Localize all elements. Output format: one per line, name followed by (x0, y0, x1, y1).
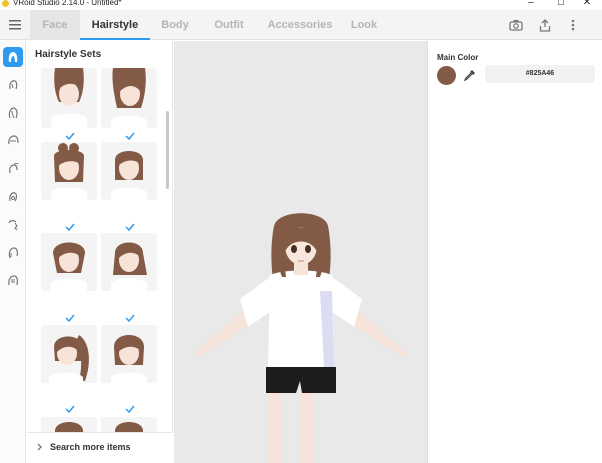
side-hair-icon (8, 135, 19, 145)
avatar-model (194, 213, 408, 463)
main-color-swatch[interactable] (437, 66, 456, 85)
front-hair-icon (9, 80, 18, 90)
selected-check-icon (125, 223, 135, 231)
hairstyle-preview-2 (111, 68, 147, 128)
hairstyle-preview-3 (51, 143, 87, 200)
hairstyle-thumb-3[interactable] (41, 142, 97, 200)
base-hair-icon (8, 275, 18, 286)
tab-look[interactable]: Look (344, 10, 384, 40)
hamburger-menu-button[interactable] (0, 10, 30, 40)
selected-check-icon (125, 405, 135, 413)
eyedropper-icon (463, 70, 475, 82)
window-title: VRoid Studio 2.14.0 - Untitled* (13, 0, 122, 7)
hairstyle-thumb-1[interactable] (41, 68, 97, 128)
menu-icon (9, 20, 21, 30)
selected-check-icon (125, 314, 135, 322)
hairstyle-thumb-2[interactable] (101, 68, 157, 128)
tab-face[interactable]: Face (30, 10, 80, 40)
hairstyle-icon (8, 52, 18, 62)
hairstyle-sets-panel: Hairstyle Sets (27, 41, 173, 463)
tab-accessories[interactable]: Accessories (262, 10, 338, 40)
minimize-button[interactable]: – (516, 0, 546, 9)
selected-check-icon (65, 314, 75, 322)
category-rail (0, 41, 26, 463)
rail-item-ahoge[interactable] (3, 159, 23, 179)
search-more-items-button[interactable]: Search more items (27, 432, 173, 463)
sideburn-icon (8, 247, 18, 259)
rail-item-front-hair[interactable] (3, 75, 23, 95)
hairstyle-thumb-4[interactable] (101, 142, 157, 200)
eyedropper-button[interactable] (463, 68, 477, 82)
more-vertical-icon (571, 19, 575, 31)
chevron-right-icon (37, 443, 42, 451)
braid-icon (8, 220, 18, 231)
rail-item-back-hair[interactable] (3, 103, 23, 123)
rail-item-braid[interactable] (3, 215, 23, 235)
selected-check-icon (65, 132, 75, 140)
app-icon (2, 0, 9, 7)
ahoge-icon (9, 163, 19, 174)
main-color-hex-input[interactable]: #825A46 (485, 65, 595, 83)
selected-check-icon (65, 405, 75, 413)
hairstyle-thumb-6[interactable] (101, 233, 157, 291)
tab-hairstyle[interactable]: Hairstyle (80, 10, 150, 40)
hairstyle-preview-7 (49, 335, 89, 383)
tab-outfit[interactable]: Outfit (206, 10, 252, 40)
hairstyle-thumb-7[interactable] (41, 325, 97, 383)
main-color-label: Main Color (437, 53, 479, 62)
hairstyle-preview-6 (111, 242, 147, 291)
tab-bar: Face Hairstyle Body Outfit Accessories L… (0, 10, 602, 40)
export-icon (539, 18, 551, 32)
rail-item-hair-extension[interactable] (3, 187, 23, 207)
title-bar: VRoid Studio 2.14.0 - Untitled* – ☐ ✕ (0, 0, 602, 9)
camera-icon (509, 20, 523, 31)
active-tab-indicator (80, 38, 150, 40)
close-button[interactable]: ✕ (572, 0, 602, 9)
search-more-label: Search more items (50, 442, 131, 452)
selected-check-icon (125, 132, 135, 140)
panel-scrollbar[interactable] (166, 111, 169, 189)
more-button[interactable] (563, 15, 583, 35)
color-properties-panel: Main Color #825A46 (427, 41, 602, 463)
hairstyle-preview-1 (51, 68, 87, 128)
export-button[interactable] (535, 15, 555, 35)
model-viewport[interactable] (174, 41, 427, 463)
hair-extension-icon (9, 192, 18, 202)
back-hair-icon (8, 107, 18, 119)
rail-item-side-hair[interactable] (3, 131, 23, 151)
rail-item-hairstyle[interactable] (3, 47, 23, 67)
hairstyle-preview-4 (111, 151, 147, 200)
camera-button[interactable] (506, 15, 526, 35)
hairstyle-preview-8 (111, 335, 147, 383)
hairstyle-thumb-5[interactable] (41, 233, 97, 291)
hairstyle-preview-5 (51, 242, 87, 291)
selected-check-icon (65, 223, 75, 231)
hairstyle-thumb-8[interactable] (101, 325, 157, 383)
tab-body[interactable]: Body (152, 10, 198, 40)
rail-item-sideburn[interactable] (3, 243, 23, 263)
rail-item-base-hair[interactable] (3, 271, 23, 291)
panel-title: Hairstyle Sets (35, 49, 102, 60)
